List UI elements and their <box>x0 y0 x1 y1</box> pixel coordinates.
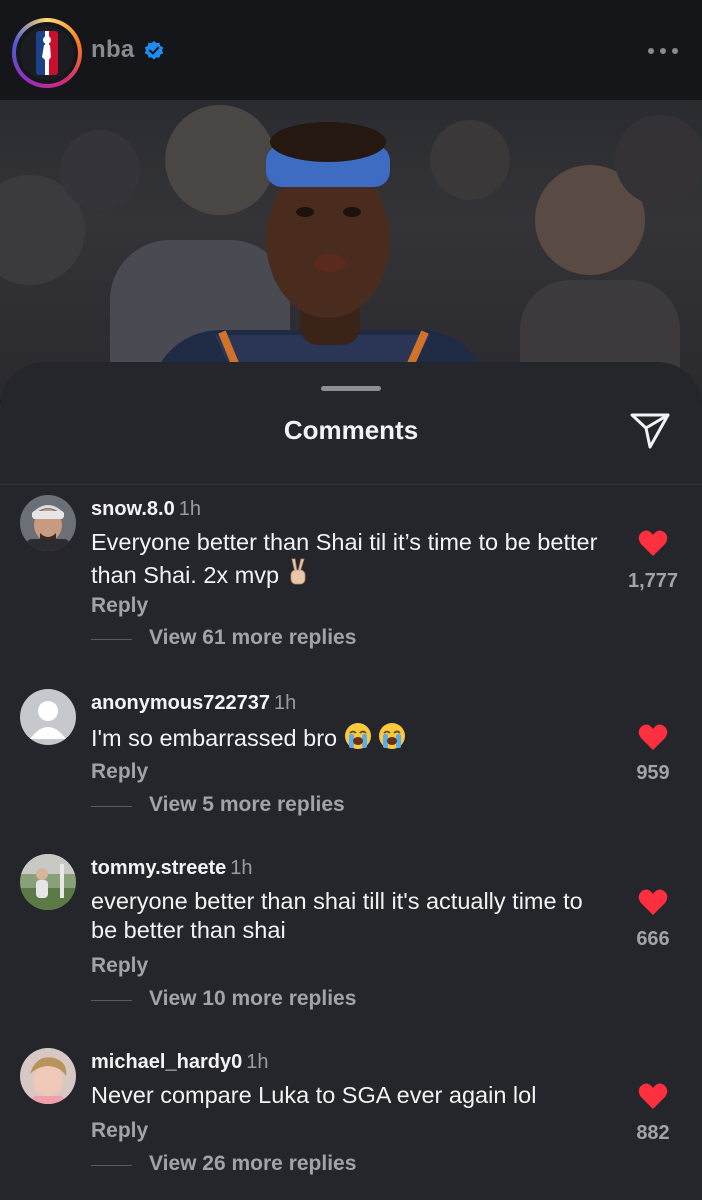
like-count: 882 <box>636 1122 670 1144</box>
screen: nba Comments snow.8.0 1h Everyone better… <box>0 0 702 1200</box>
reply-button[interactable]: Reply <box>91 954 148 978</box>
nba-logo-icon <box>36 31 58 75</box>
like-count: 1,777 <box>627 570 679 592</box>
avatar[interactable] <box>20 854 76 910</box>
replies-line <box>91 1165 132 1166</box>
avatar[interactable] <box>20 1048 76 1104</box>
comment-username[interactable]: snow.8.0 <box>91 498 175 520</box>
comment-username[interactable]: anonymous722737 <box>91 692 270 714</box>
view-replies-button[interactable]: View 26 more replies <box>149 1152 356 1176</box>
loudly-crying-face-icon <box>378 723 405 749</box>
comment-time: 1h <box>230 857 253 879</box>
replies-line <box>91 639 132 640</box>
comment-time: 1h <box>273 692 297 714</box>
loudly-crying-face-icon <box>344 723 371 749</box>
reply-button[interactable]: Reply <box>91 594 148 618</box>
comments-title: Comments <box>283 415 419 445</box>
post-header: nba <box>0 0 702 101</box>
view-replies-button[interactable]: View 5 more replies <box>149 793 345 817</box>
comment-text: Never compare Luka to SGA ever again lol <box>91 1082 537 1108</box>
reply-button[interactable]: Reply <box>91 1119 148 1143</box>
default-avatar-icon <box>20 689 76 745</box>
send-icon[interactable] <box>628 409 672 451</box>
like-heart-icon[interactable] <box>638 888 668 916</box>
view-replies-button[interactable]: View 61 more replies <box>149 626 356 650</box>
account-name[interactable]: nba <box>91 36 135 64</box>
sheet-divider <box>0 484 702 485</box>
like-heart-icon[interactable] <box>638 723 668 751</box>
avatar[interactable] <box>20 495 76 551</box>
sheet-grabber[interactable] <box>321 386 381 391</box>
like-heart-icon[interactable] <box>638 1082 668 1110</box>
like-count: 666 <box>636 928 670 950</box>
nba-logo <box>20 26 74 80</box>
comment-username[interactable]: tommy.streete <box>91 857 226 879</box>
comment-time: 1h <box>178 498 201 520</box>
victory-hand-icon <box>290 558 306 585</box>
like-count: 959 <box>636 762 670 784</box>
like-heart-icon[interactable] <box>638 529 668 557</box>
comment-text: I'm so embarrassed bro <box>91 722 611 753</box>
replies-line <box>91 806 132 807</box>
comments-sheet: Comments snow.8.0 1h Everyone better tha… <box>0 362 702 1200</box>
video-frame-image <box>0 105 702 400</box>
avatar[interactable] <box>20 689 76 745</box>
replies-line <box>91 1000 132 1001</box>
comment-text: everyone better than shai till it's actu… <box>91 888 583 943</box>
video-preview[interactable] <box>0 100 702 400</box>
reply-button[interactable]: Reply <box>91 760 148 784</box>
view-replies-button[interactable]: View 10 more replies <box>149 987 356 1011</box>
story-ring[interactable] <box>12 18 82 88</box>
verified-badge-icon <box>144 40 164 60</box>
comment-time: 1h <box>246 1051 269 1073</box>
comment-text: Everyone better than Shai til it’s time … <box>91 529 598 588</box>
comment-username[interactable]: michael_hardy0 <box>91 1051 242 1073</box>
more-options-icon[interactable] <box>648 48 678 56</box>
